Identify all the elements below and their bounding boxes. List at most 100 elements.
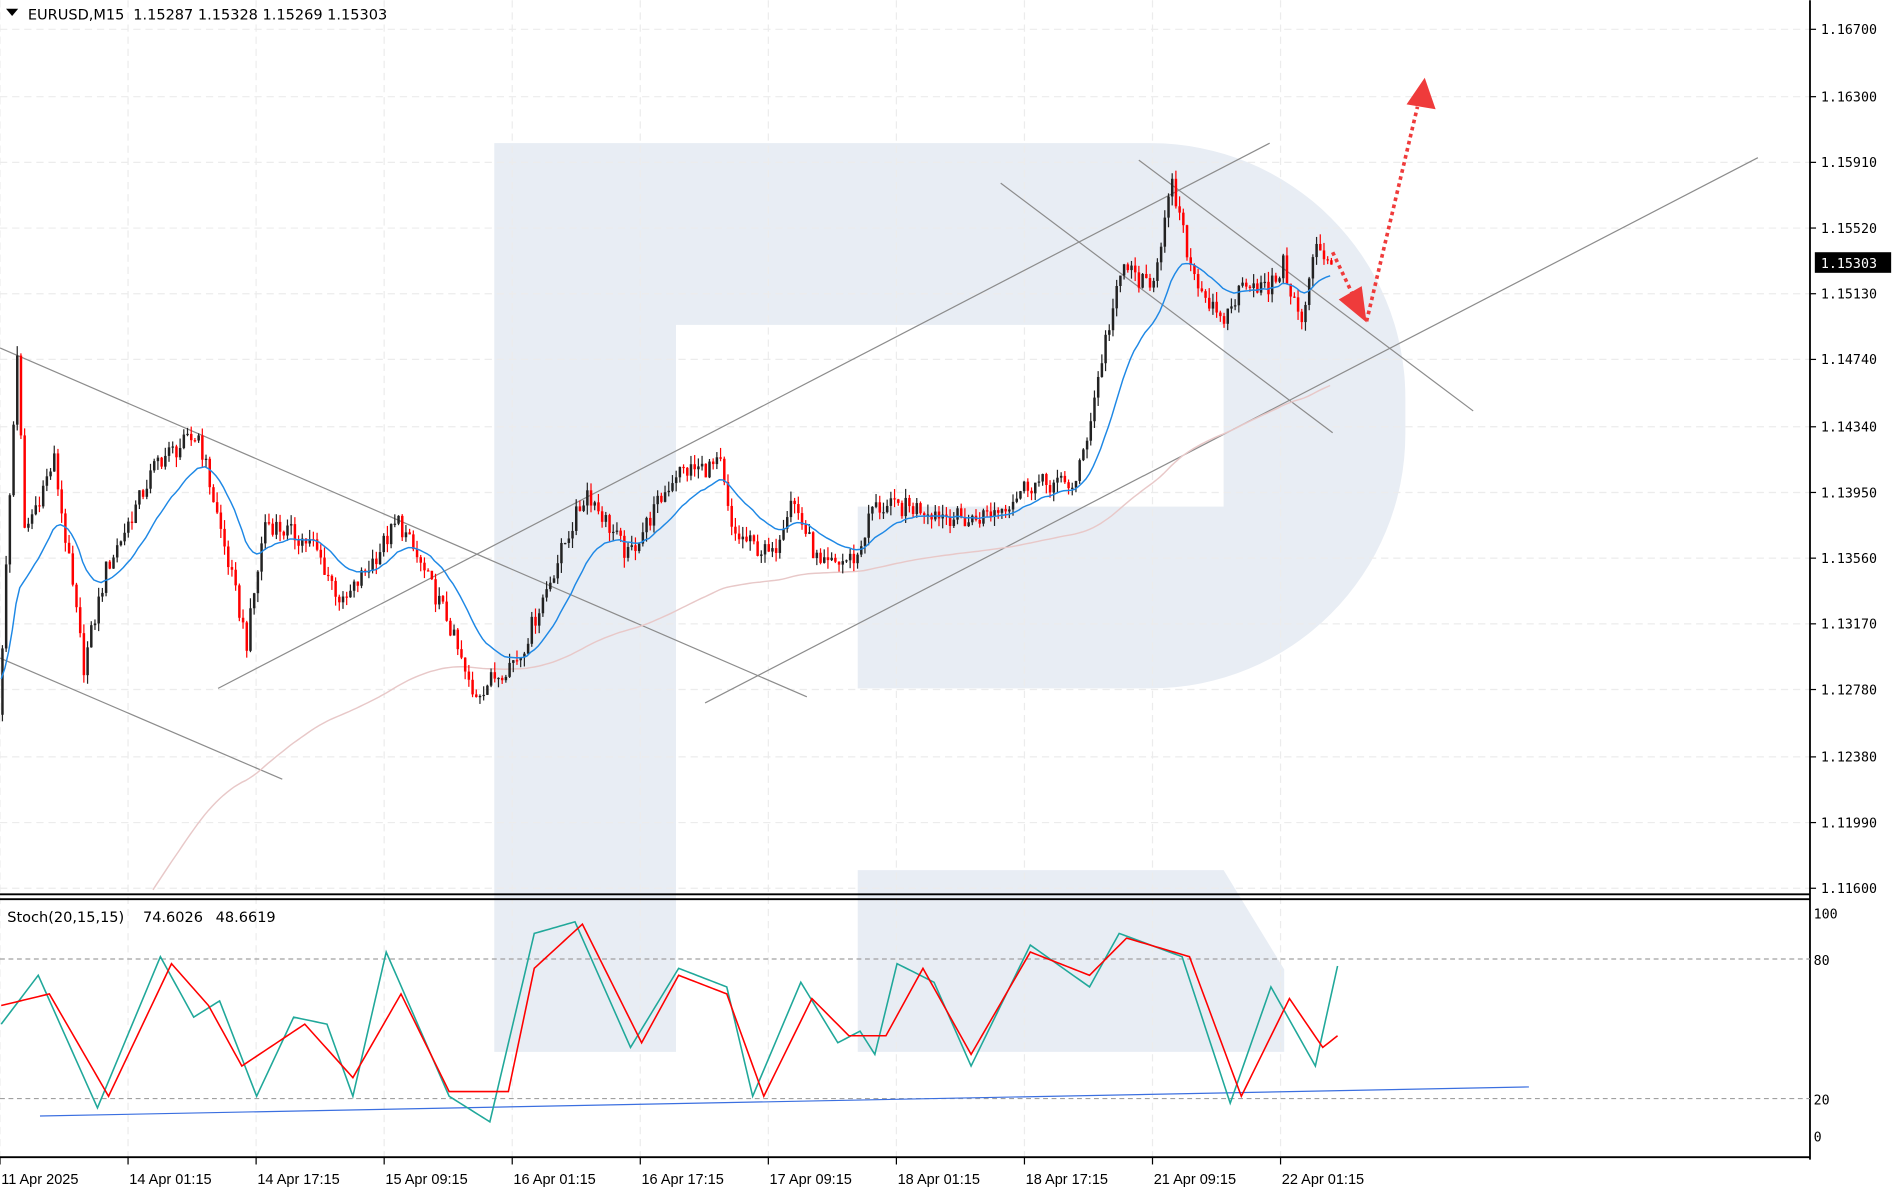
candle-body — [393, 523, 397, 525]
candle-body — [412, 534, 415, 550]
candle-body — [234, 569, 237, 586]
candle-body — [1085, 440, 1089, 450]
candle-body — [293, 524, 297, 541]
candle-body — [404, 532, 408, 538]
candle-body — [1089, 421, 1093, 441]
candle-body — [874, 502, 878, 507]
candle-body — [963, 517, 967, 527]
price-tick-label: 1.11990 — [1821, 816, 1877, 831]
candle-body — [1219, 312, 1222, 317]
candle-body — [771, 548, 774, 552]
candle-body — [1178, 206, 1181, 213]
candle-body — [1274, 275, 1278, 282]
candle-body — [1034, 482, 1037, 494]
candle-body — [704, 463, 708, 478]
candle-body — [937, 511, 941, 519]
candle-body — [1015, 498, 1018, 502]
candle-body — [645, 517, 648, 533]
candle-body — [534, 616, 537, 626]
candle-body — [252, 593, 256, 609]
candle-body — [500, 677, 504, 681]
stoch-k-value: 74.6026 — [143, 910, 203, 926]
candle-body — [971, 515, 974, 523]
candle-body — [560, 543, 563, 564]
candle-body — [985, 510, 989, 512]
candle-body — [1093, 397, 1096, 422]
candle-body — [537, 613, 541, 626]
candle-body — [378, 552, 382, 565]
candle-body — [760, 554, 763, 556]
candle-body — [119, 541, 123, 546]
candle-body — [530, 616, 534, 644]
candle-body — [978, 519, 981, 524]
stoch-d-value: 48.6619 — [216, 910, 276, 926]
candle-body — [637, 543, 641, 552]
candle-body — [526, 643, 530, 654]
candle-body — [826, 557, 830, 561]
candle-body — [734, 526, 737, 534]
candle-body — [745, 536, 748, 542]
candle-body — [97, 596, 100, 624]
candle-body — [1163, 217, 1167, 247]
candle-body — [1122, 264, 1126, 276]
candle-body — [219, 512, 223, 529]
candle-body — [397, 515, 400, 524]
price-tick-label: 1.12780 — [1821, 683, 1877, 698]
candle-body — [1145, 273, 1148, 279]
candle-body — [267, 522, 271, 524]
collapse-triangle-icon[interactable] — [6, 8, 19, 16]
candle-body — [486, 685, 489, 695]
candle-body — [164, 455, 167, 467]
candle-body — [1067, 482, 1070, 489]
candle-body — [104, 561, 108, 593]
price-axis[interactable]: 1.16700 1.16300 1.15910 1.15520 1.15130 1.147… — [1809, 23, 1877, 897]
candle-body — [1204, 291, 1207, 298]
candle-body — [1045, 474, 1048, 486]
candle-body — [156, 457, 160, 462]
candle-body — [626, 546, 630, 558]
candle-body — [608, 515, 611, 533]
candle-body — [334, 580, 337, 597]
candle-body — [504, 676, 508, 681]
candle-body — [663, 492, 667, 502]
candle-body — [512, 660, 515, 663]
time-axis[interactable]: 11 Apr 2025 14 Apr 01:15 14 Apr 17:15 15 Ap… — [0, 1157, 1364, 1188]
candle-body — [1126, 264, 1130, 271]
candle-body — [1185, 225, 1189, 258]
trend-line[interactable] — [0, 657, 283, 780]
candle-body — [19, 355, 23, 436]
candle-body — [1233, 305, 1237, 307]
candle-body — [1226, 308, 1230, 324]
candle-body — [352, 581, 356, 591]
candle-body — [1215, 301, 1218, 313]
price-tick-label: 1.14340 — [1821, 421, 1877, 436]
candle-body — [389, 524, 393, 545]
candle-body — [793, 500, 796, 505]
candle-body — [1074, 480, 1078, 488]
stoch-trend-line[interactable] — [39, 1086, 1529, 1117]
time-tick-label: 16 Apr 01:15 — [513, 1172, 595, 1188]
candle-body — [1330, 260, 1333, 265]
price-chart[interactable]: EURUSD,M15 1.15287 1.15328 1.15269 1.153… — [0, 0, 1896, 1195]
candle-body — [1111, 308, 1115, 331]
symbol-label: EURUSD,M15 — [28, 8, 125, 24]
candle-body — [774, 548, 778, 553]
candle-body — [1156, 262, 1159, 281]
candle-body — [482, 694, 485, 697]
candle-body — [1133, 265, 1137, 273]
candle-body — [178, 448, 182, 458]
candle-body — [515, 660, 519, 662]
candle-body — [1230, 306, 1233, 309]
candle-body — [356, 581, 360, 586]
candle-body — [1, 648, 4, 715]
candle-body — [49, 471, 52, 477]
candle-body — [686, 467, 689, 476]
candle-body — [8, 495, 12, 565]
candle-body — [145, 488, 149, 497]
candle-body — [711, 461, 715, 465]
candle-body — [897, 499, 900, 503]
candle-body — [223, 528, 226, 547]
candle-body — [904, 497, 907, 517]
candle-body — [719, 457, 722, 459]
candle-body — [741, 536, 745, 540]
